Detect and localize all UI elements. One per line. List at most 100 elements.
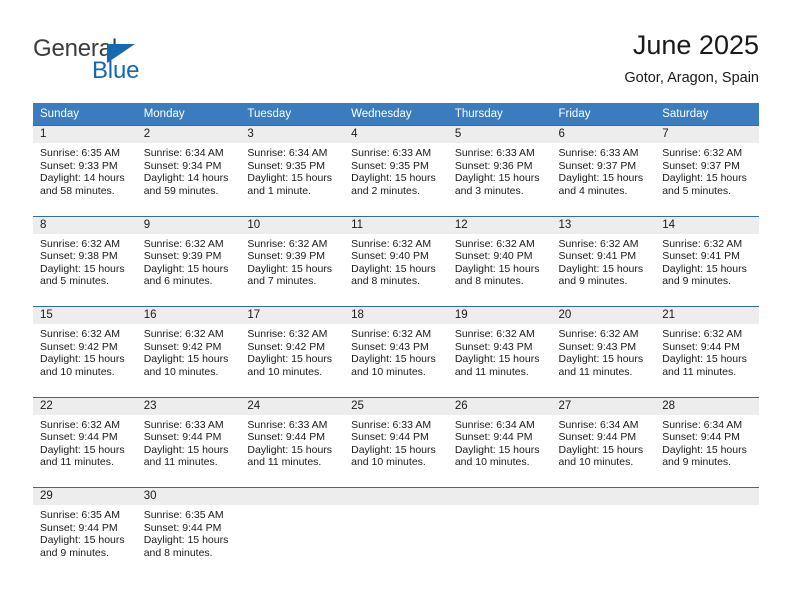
- day-details: Sunrise: 6:32 AM Sunset: 9:42 PM Daylight:…: [33, 324, 137, 378]
- day-detail-line: Sunrise: 6:32 AM: [143, 237, 224, 250]
- calendar-grid: Sunday Monday Tuesday Wednesday Thursday Frid…: [33, 103, 759, 578]
- day-detail-line: Sunset: 9:43 PM: [558, 340, 637, 353]
- day-detail-line: and 2 minutes.: [351, 184, 420, 197]
- day-cell[interactable]: 3 Sunrise: 6:34 AM Sunset: 9:35 PM Daylight…: [240, 126, 345, 216]
- day-cell[interactable]: 12 Sunrise: 6:32 AM Sunset: 9:40 PM Dayligh…: [447, 216, 552, 306]
- day-detail-line: and 10 minutes.: [247, 365, 323, 378]
- day-detail-line: Sunset: 9:35 PM: [247, 159, 326, 172]
- weekday-header-row: Sunday Monday Tuesday Wednesday Thursday Frid…: [33, 103, 759, 125]
- day-number: 13: [551, 216, 656, 234]
- day-cell[interactable]: 9 Sunrise: 6:32 AM Sunset: 9:39 PM Daylight…: [136, 216, 241, 306]
- day-details: Sunrise: 6:32 AM Sunset: 9:43 PM Daylight:…: [448, 324, 552, 378]
- day-number: 11: [344, 216, 448, 234]
- day-detail-line: Sunrise: 6:32 AM: [662, 147, 743, 159]
- day-number: 20: [551, 307, 656, 324]
- day-detail-line: and 11 minutes.: [40, 456, 114, 469]
- day-number: 7: [655, 126, 759, 143]
- day-cell[interactable]: 1 Sunrise: 6:35 AM Sunset: 9:33 PM Daylight…: [33, 126, 137, 216]
- day-cell[interactable]: 27 Sunrise: 6:34 AM Sunset: 9:44 PM Dayligh…: [551, 397, 656, 487]
- day-detail-line: Sunset: 9:36 PM: [454, 159, 533, 172]
- day-detail-line: and 10 minutes.: [143, 365, 219, 378]
- day-cell[interactable]: 19 Sunrise: 6:32 AM Sunset: 9:43 PM Dayligh…: [447, 307, 552, 397]
- day-detail-line: Daylight: 15 hours: [143, 443, 229, 456]
- day-detail-line: Sunset: 9:38 PM: [40, 250, 118, 263]
- weekday-header-thursday: Thursday: [454, 108, 503, 120]
- day-cell[interactable]: 8 Sunrise: 6:32 AM Sunset: 9:38 PM Daylight…: [33, 216, 137, 306]
- day-detail-line: Sunset: 9:35 PM: [351, 159, 429, 172]
- day-cell[interactable]: 5 Sunrise: 6:33 AM Sunset: 9:36 PM Daylight…: [447, 126, 552, 216]
- day-detail-line: Daylight: 15 hours: [662, 443, 747, 456]
- day-cell[interactable]: 20 Sunrise: 6:32 AM Sunset: 9:43 PM Dayligh…: [551, 307, 656, 397]
- day-detail-line: Sunrise: 6:32 AM: [662, 237, 743, 250]
- day-cell[interactable]: 4 Sunrise: 6:33 AM Sunset: 9:35 PM Daylight…: [344, 126, 448, 216]
- day-detail-line: and 10 minutes.: [351, 365, 426, 378]
- day-cell[interactable]: 18 Sunrise: 6:32 AM Sunset: 9:43 PM Dayligh…: [344, 307, 448, 397]
- day-number: 19: [447, 307, 552, 324]
- day-cell[interactable]: 7 Sunrise: 6:32 AM Sunset: 9:37 PM Daylight…: [655, 126, 759, 216]
- day-details: Sunrise: 6:33 AM Sunset: 9:44 PM Daylight:…: [344, 415, 448, 469]
- day-cell[interactable]: 22 Sunrise: 6:32 AM Sunset: 9:44 PM Dayligh…: [33, 397, 137, 487]
- general-blue-logo[interactable]: General Blue: [33, 36, 233, 92]
- day-detail-line: and 4 minutes.: [558, 184, 628, 197]
- day-number: 17: [240, 307, 345, 324]
- day-cell[interactable]: 30 Sunrise: 6:35 AM Sunset: 9:44 PM Dayligh…: [136, 488, 241, 578]
- day-detail-line: Daylight: 15 hours: [662, 353, 747, 366]
- day-cell[interactable]: 13 Sunrise: 6:32 AM Sunset: 9:41 PM Dayligh…: [551, 216, 656, 306]
- day-details: Sunrise: 6:32 AM Sunset: 9:39 PM Daylight:…: [137, 234, 241, 288]
- calendar-weeks: 1 Sunrise: 6:35 AM Sunset: 9:33 PM Daylight…: [33, 125, 759, 578]
- day-cell[interactable]: 11 Sunrise: 6:32 AM Sunset: 9:40 PM Dayligh…: [344, 216, 448, 306]
- day-number: 2: [136, 126, 241, 143]
- day-cell[interactable]: 25 Sunrise: 6:33 AM Sunset: 9:44 PM Dayligh…: [344, 397, 448, 487]
- day-detail-line: Sunset: 9:33 PM: [40, 159, 118, 172]
- day-detail-line: and 11 minutes.: [662, 365, 737, 378]
- day-detail-line: Daylight: 15 hours: [247, 443, 333, 456]
- day-cell[interactable]: 29 Sunrise: 6:35 AM Sunset: 9:44 PM Dayligh…: [33, 488, 137, 578]
- day-detail-line: Daylight: 15 hours: [662, 262, 747, 275]
- day-number: 22: [33, 397, 137, 415]
- day-cell[interactable]: 17 Sunrise: 6:32 AM Sunset: 9:42 PM Dayligh…: [240, 307, 345, 397]
- day-cell[interactable]: 15 Sunrise: 6:32 AM Sunset: 9:42 PM Dayligh…: [33, 307, 137, 397]
- day-cell[interactable]: 26 Sunrise: 6:34 AM Sunset: 9:44 PM Dayligh…: [447, 397, 552, 487]
- day-details: Sunrise: 6:32 AM Sunset: 9:44 PM Daylight:…: [655, 324, 759, 378]
- week-row: 1 Sunrise: 6:35 AM Sunset: 9:33 PM Daylight…: [33, 125, 759, 216]
- day-cell[interactable]: 23 Sunrise: 6:33 AM Sunset: 9:44 PM Dayligh…: [136, 397, 241, 487]
- week-row: 8 Sunrise: 6:32 AM Sunset: 9:38 PM Daylight…: [33, 215, 759, 306]
- day-detail-line: Sunrise: 6:33 AM: [143, 418, 224, 431]
- day-detail-line: Sunrise: 6:34 AM: [247, 147, 328, 159]
- day-detail-line: Sunset: 9:40 PM: [454, 250, 533, 263]
- day-detail-line: Sunset: 9:42 PM: [247, 340, 326, 353]
- day-detail-line: Daylight: 15 hours: [40, 443, 125, 456]
- day-details: Sunrise: 6:32 AM Sunset: 9:39 PM Daylight:…: [240, 234, 344, 288]
- week-row: 15 Sunrise: 6:32 AM Sunset: 9:42 PM Dayligh…: [33, 306, 759, 397]
- day-detail-line: and 9 minutes.: [662, 456, 732, 469]
- day-details: Sunrise: 6:32 AM Sunset: 9:40 PM Daylight:…: [344, 234, 448, 288]
- day-cell[interactable]: 14 Sunrise: 6:32 AM Sunset: 9:41 PM Dayligh…: [655, 216, 759, 306]
- day-number: 16: [136, 307, 241, 324]
- day-cell[interactable]: 24 Sunrise: 6:33 AM Sunset: 9:44 PM Dayligh…: [240, 397, 345, 487]
- day-cell[interactable]: 6 Sunrise: 6:33 AM Sunset: 9:37 PM Daylight…: [551, 126, 656, 216]
- day-details: Sunrise: 6:33 AM Sunset: 9:44 PM Daylight:…: [240, 415, 344, 469]
- day-cell[interactable]: 10 Sunrise: 6:32 AM Sunset: 9:39 PM Dayligh…: [240, 216, 345, 306]
- day-cell[interactable]: 16 Sunrise: 6:32 AM Sunset: 9:42 PM Dayligh…: [136, 307, 241, 397]
- day-detail-line: Sunset: 9:44 PM: [247, 431, 326, 444]
- day-details: Sunrise: 6:32 AM Sunset: 9:41 PM Daylight:…: [552, 234, 656, 288]
- day-detail-line: Sunrise: 6:32 AM: [40, 237, 120, 250]
- day-detail-line: Sunset: 9:39 PM: [143, 250, 222, 263]
- day-detail-line: and 6 minutes.: [143, 275, 213, 288]
- day-detail-line: Daylight: 15 hours: [558, 443, 644, 456]
- day-detail-line: Sunrise: 6:35 AM: [40, 147, 120, 159]
- day-cell[interactable]: 2 Sunrise: 6:34 AM Sunset: 9:34 PM Daylight…: [136, 126, 241, 216]
- day-detail-line: Daylight: 15 hours: [143, 262, 229, 275]
- day-cell[interactable]: 21 Sunrise: 6:32 AM Sunset: 9:44 PM Dayligh…: [655, 307, 759, 397]
- day-detail-line: and 10 minutes.: [40, 365, 115, 378]
- location-subtitle: Gotor, Aragon, Spain: [624, 70, 759, 86]
- day-detail-line: Sunset: 9:34 PM: [143, 159, 222, 172]
- day-detail-line: Daylight: 15 hours: [454, 443, 540, 456]
- day-cell[interactable]: 28 Sunrise: 6:34 AM Sunset: 9:44 PM Dayligh…: [655, 397, 759, 487]
- day-detail-line: Sunset: 9:44 PM: [143, 431, 222, 444]
- day-detail-line: and 1 minute.: [247, 184, 312, 197]
- day-number: [551, 488, 656, 505]
- day-details: Sunrise: 6:32 AM Sunset: 9:38 PM Daylight:…: [33, 234, 137, 288]
- day-details: Sunrise: 6:32 AM Sunset: 9:40 PM Daylight:…: [448, 234, 552, 288]
- day-detail-line: and 11 minutes.: [247, 456, 322, 469]
